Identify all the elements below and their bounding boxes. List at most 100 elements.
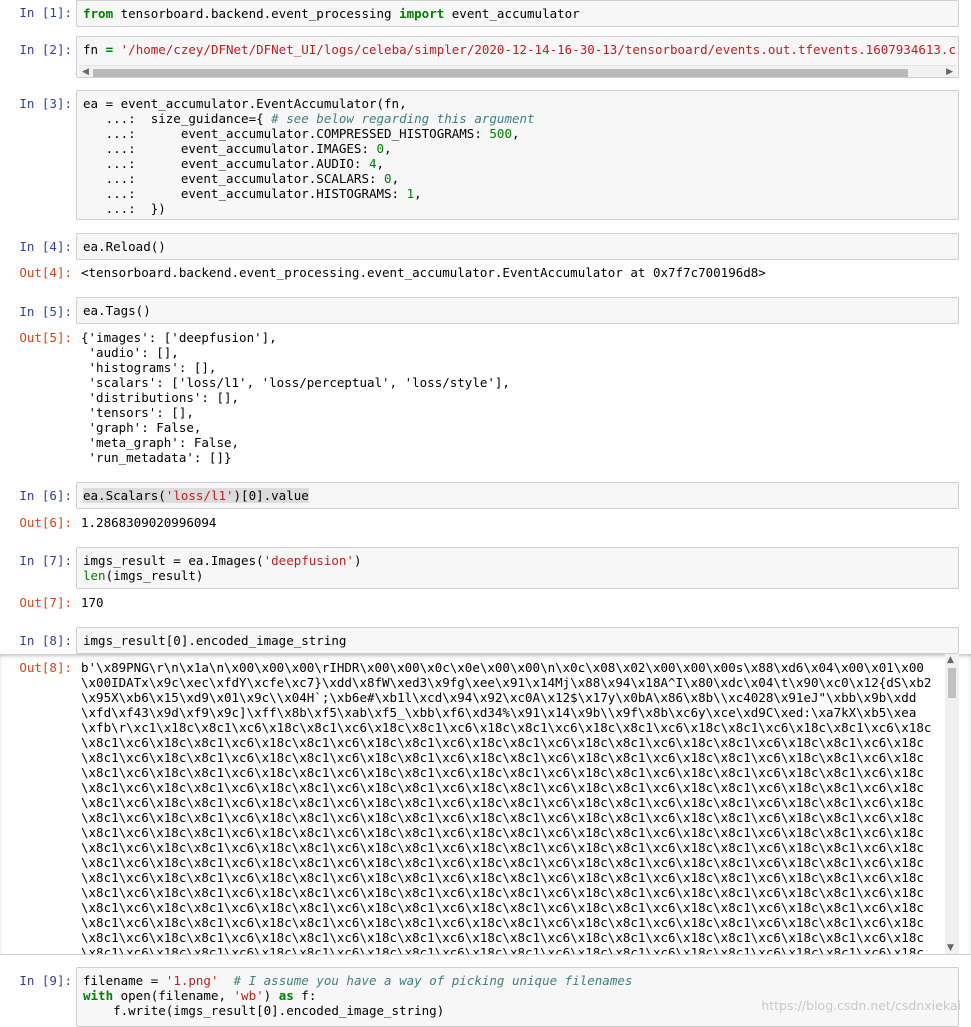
input-prompt-2: In [2]: xyxy=(19,42,72,57)
code-cell-8[interactable]: imgs_result[0].encoded_image_string xyxy=(76,627,959,654)
code-number: 500 xyxy=(489,126,512,141)
output-prompt-6: Out[6]: xyxy=(19,515,72,530)
code-line: ...: event_accumulator.COMPRESSED_HISTOG… xyxy=(83,126,490,141)
code-line: ...: event_accumulator.HISTOGRAMS: xyxy=(83,186,407,201)
output-prompt-7: Out[7]: xyxy=(19,595,72,610)
code-text: fn xyxy=(83,42,106,57)
code-punct: , xyxy=(376,156,385,171)
code-cell-9[interactable]: filename = '1.png' # I assume you have a… xyxy=(76,967,959,1027)
output-line: \x8c1\xc6\x18c\x8c1\xc6\x18c\x8c1\xc6\x1… xyxy=(81,900,924,915)
code-cell-7[interactable]: imgs_result = ea.Images('deepfusion') le… xyxy=(76,547,959,589)
code-text: ea.Scalars( xyxy=(83,488,166,503)
code-text: )[0].value xyxy=(233,488,309,503)
scroll-up-icon[interactable]: ▲ xyxy=(947,655,954,665)
output-line: \x8c1\xc6\x18c\x8c1\xc6\x18c\x8c1\xc6\x1… xyxy=(81,750,924,765)
code-string: 'deepfusion' xyxy=(263,553,354,568)
output-text-8: b'\x89PNG\r\n\x1a\n\x00\x00\x00\rIHDR\x0… xyxy=(81,660,937,955)
output-line: \x8c1\xc6\x18c\x8c1\xc6\x18c\x8c1\xc6\x1… xyxy=(81,735,924,750)
scroll-right-icon[interactable]: ▶ xyxy=(946,67,953,77)
input-prompt-8: In [8]: xyxy=(19,633,72,648)
code-punct: , xyxy=(391,171,400,186)
code-number: 0 xyxy=(376,141,385,156)
input-prompt-9: In [9]: xyxy=(19,973,72,988)
output-text-6: 1.2868309020996094 xyxy=(81,515,217,530)
output-line: \x8c1\xc6\x18c\x8c1\xc6\x18c\x8c1\xc6\x1… xyxy=(81,945,924,955)
code-text: ea.Tags() xyxy=(83,303,151,318)
scrollbar-thumb[interactable] xyxy=(93,69,908,77)
code-string: 'wb' xyxy=(233,988,264,1003)
vertical-scrollbar[interactable]: ▲ ▼ xyxy=(945,654,959,954)
output-line: \x8c1\xc6\x18c\x8c1\xc6\x18c\x8c1\xc6\x1… xyxy=(81,885,924,900)
code-keyword: import xyxy=(399,6,445,21)
code-cell-2[interactable]: fn = '/home/czey/DFNet/DFNet_UI/logs/cel… xyxy=(76,36,959,78)
output-line: \x8c1\xc6\x18c\x8c1\xc6\x18c\x8c1\xc6\x1… xyxy=(81,810,924,825)
output-line: \xfd\xf43\x9d\xf9\x9c]\xff\x8b\xf5\xab\x… xyxy=(81,705,917,720)
output-line: \x8c1\xc6\x18c\x8c1\xc6\x18c\x8c1\xc6\x1… xyxy=(81,855,924,870)
code-text: filename = xyxy=(83,973,166,988)
code-operator: = xyxy=(105,42,114,57)
output-text-5: {'images': ['deepfusion'], 'audio': [], … xyxy=(81,330,510,465)
input-prompt-3: In [3]: xyxy=(19,96,72,111)
code-line: ...: }) xyxy=(83,201,166,216)
output-line: \x8c1\xc6\x18c\x8c1\xc6\x18c\x8c1\xc6\x1… xyxy=(81,870,924,885)
code-punct: , xyxy=(384,141,392,156)
output-text-7: 170 xyxy=(81,595,104,610)
code-text: imgs_result[0].encoded_image_string xyxy=(83,633,347,648)
code-comment: # see below regarding this argument xyxy=(271,111,535,126)
input-prompt-6: In [6]: xyxy=(19,488,72,503)
code-cell-6[interactable]: ea.Scalars('loss/l1')[0].value xyxy=(76,482,959,509)
code-keyword: as xyxy=(278,988,294,1003)
scroll-left-icon[interactable]: ◀ xyxy=(82,67,89,77)
code-keyword: with xyxy=(83,988,114,1003)
code-line: ...: event_accumulator.AUDIO: xyxy=(83,156,369,171)
code-line: ...: size_guidance={ xyxy=(83,111,272,126)
input-prompt-5: In [5]: xyxy=(19,304,72,319)
code-punct: , xyxy=(511,126,520,141)
output-line: \x8c1\xc6\x18c\x8c1\xc6\x18c\x8c1\xc6\x1… xyxy=(81,795,924,810)
scroll-down-icon[interactable]: ▼ xyxy=(947,943,954,953)
output-text-4: <tensorboard.backend.event_processing.ev… xyxy=(81,265,766,280)
code-text: (imgs_result) xyxy=(105,568,204,583)
output-prompt-4: Out[4]: xyxy=(19,265,72,280)
output-prompt-5: Out[5]: xyxy=(19,330,72,345)
input-prompt-4: In [4]: xyxy=(19,239,72,254)
code-text: open(filename, xyxy=(113,988,234,1003)
input-prompt-7: In [7]: xyxy=(19,553,72,568)
output-line: \x8c1\xc6\x18c\x8c1\xc6\x18c\x8c1\xc6\x1… xyxy=(81,780,924,795)
code-string: '1.png' xyxy=(165,973,219,988)
watermark: https://blog.csdn.net/csdnxiekai xyxy=(761,998,961,1013)
output-line: \x00IDATx\x9c\xec\xfdY\xcfe\xc7}\xdd\x8f… xyxy=(81,675,932,690)
code-text: imgs_result = ea.Images( xyxy=(83,553,264,568)
code-cell-5[interactable]: ea.Tags() xyxy=(76,297,959,324)
code-line: ea = event_accumulator.EventAccumulator(… xyxy=(83,96,407,111)
output-line: \x95X\xb6\x15\xd9\x01\x9c\\x04H`;\xb6e#\… xyxy=(81,690,917,705)
output-line: \x8c1\xc6\x18c\x8c1\xc6\x18c\x8c1\xc6\x1… xyxy=(81,825,924,840)
input-prompt-1: In [1]: xyxy=(19,5,72,20)
code-text: ) xyxy=(353,553,362,568)
code-text: tensorboard.backend.event_processing xyxy=(113,6,400,21)
code-cell-3[interactable]: ea = event_accumulator.EventAccumulator(… xyxy=(76,90,959,220)
code-keyword: from xyxy=(83,6,114,21)
code-number: 1 xyxy=(406,186,415,201)
output-line: \x8c1\xc6\x18c\x8c1\xc6\x18c\x8c1\xc6\x1… xyxy=(81,930,924,945)
output-line: \xfb\r\xc1\x18c\x8c1\xc6\x18c\x8c1\xc6\x… xyxy=(81,720,932,735)
code-text: f.write(imgs_result[0].encoded_image_str… xyxy=(83,1003,445,1018)
output-line: b'\x89PNG\r\n\x1a\n\x00\x00\x00\rIHDR\x0… xyxy=(81,660,924,675)
code-text: ) xyxy=(263,988,279,1003)
scrolled-output-area[interactable]: Out[8]: b'\x89PNG\r\n\x1a\n\x00\x00\x00\… xyxy=(0,654,971,955)
code-builtin: len xyxy=(83,568,106,583)
code-cell-4[interactable]: ea.Reload() xyxy=(76,233,959,260)
horizontal-scrollbar[interactable]: ◀ ▶ xyxy=(79,65,956,77)
code-text: f: xyxy=(293,988,317,1003)
output-line: \x8c1\xc6\x18c\x8c1\xc6\x18c\x8c1\xc6\x1… xyxy=(81,915,924,930)
code-text: event_accumulator xyxy=(444,6,580,21)
scrollbar-thumb[interactable] xyxy=(948,668,956,698)
code-number: 4 xyxy=(368,156,377,171)
output-line: \x8c1\xc6\x18c\x8c1\xc6\x18c\x8c1\xc6\x1… xyxy=(81,765,924,780)
output-line: \x8c1\xc6\x18c\x8c1\xc6\x18c\x8c1\xc6\x1… xyxy=(81,840,924,855)
code-line: ...: event_accumulator.SCALARS: xyxy=(83,171,385,186)
code-punct: , xyxy=(414,186,422,201)
code-line: ...: event_accumulator.IMAGES: xyxy=(83,141,377,156)
code-cell-1[interactable]: from tensorboard.backend.event_processin… xyxy=(76,0,959,27)
code-text: ea.Reload() xyxy=(83,239,166,254)
